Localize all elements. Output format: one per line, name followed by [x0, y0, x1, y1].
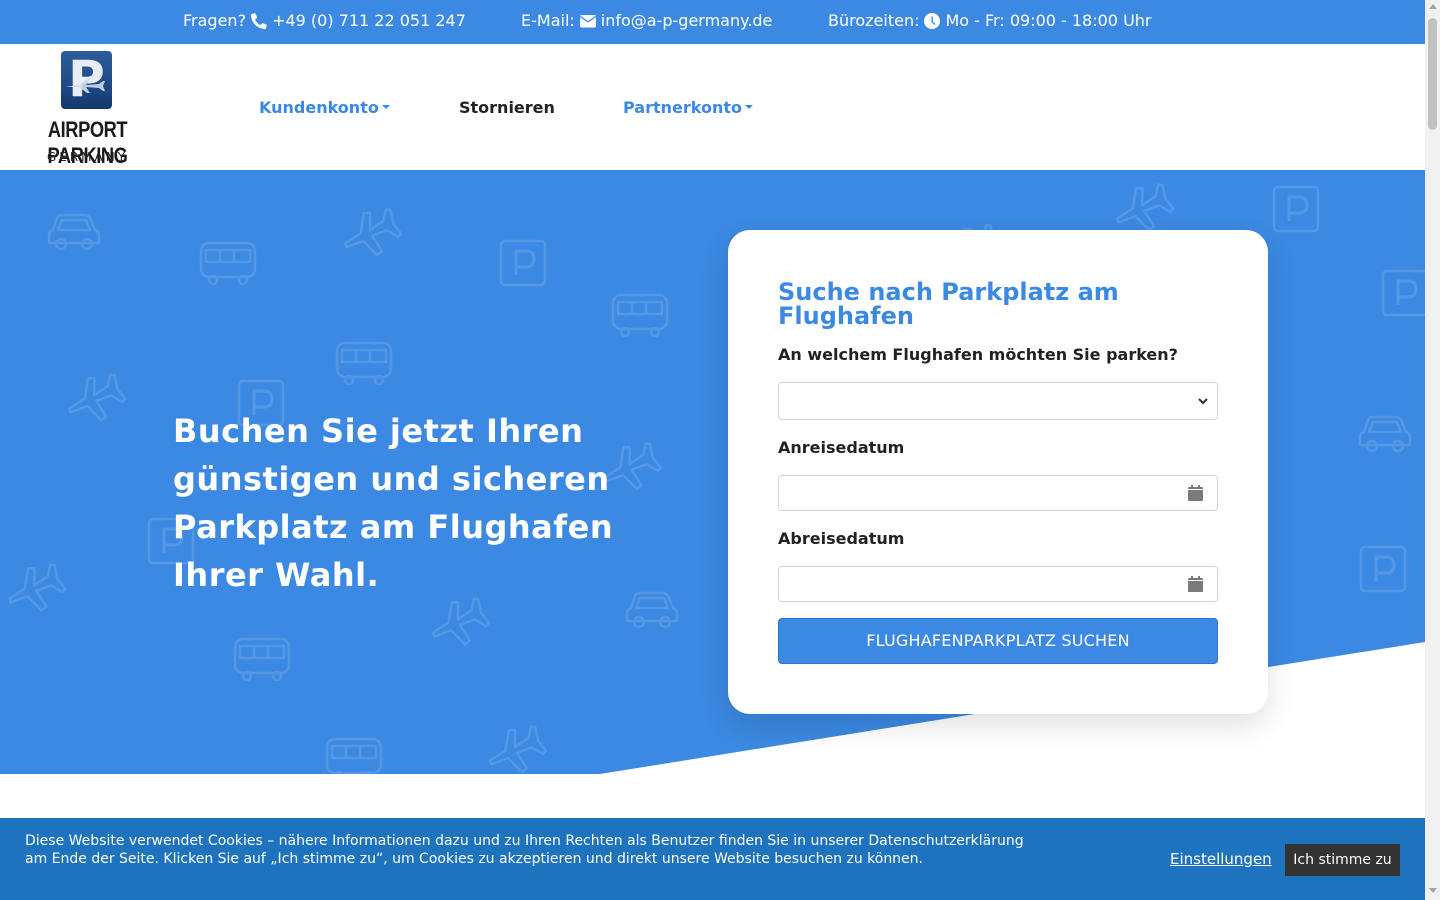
departure-date-input[interactable] [778, 566, 1218, 602]
email-address[interactable]: info@a-p-germany.de [601, 11, 773, 30]
site-logo[interactable]: P AIRPORT PARKING GERMANY [0, 44, 175, 170]
airport-select[interactable] [778, 382, 1218, 420]
envelope-icon [579, 14, 596, 27]
site-header: P AIRPORT PARKING GERMANY Kundenkonto St… [0, 44, 1425, 170]
hours-label: Bürozeiten: [828, 11, 920, 30]
chevron-down-icon [1198, 398, 1208, 405]
page-scrollbar[interactable] [1425, 0, 1440, 900]
office-hours-info: Bürozeiten: Mo - Fr: 09:00 - 18:00 Uhr [828, 11, 1152, 30]
departure-date-label: Abreisedatum [778, 529, 905, 548]
cookie-consent-bar: Diese Website verwendet Cookies – nähere… [0, 818, 1425, 900]
scroll-down-arrow-icon[interactable] [1429, 888, 1437, 893]
arrival-date-label: Anreisedatum [778, 438, 905, 457]
hero-headline: Buchen Sie jetzt Ihren günstigen und sic… [173, 412, 614, 594]
nav-customer-account[interactable]: Kundenkonto [259, 98, 390, 117]
search-parking-button[interactable]: FLUGHAFENPARKPLATZ SUCHEN [778, 618, 1218, 664]
caret-down-icon [381, 104, 390, 109]
logo-subtitle: GERMANY [46, 150, 129, 164]
nav-cancel[interactable]: Stornieren [459, 98, 555, 117]
nav-cancel-label: Stornieren [459, 98, 555, 117]
email-info[interactable]: E-Mail: info@a-p-germany.de [521, 11, 772, 30]
phone-info[interactable]: Fragen? +49 (0) 711 22 051 247 [183, 11, 466, 30]
cookie-settings-link[interactable]: Einstellungen [1170, 850, 1272, 868]
calendar-icon[interactable] [1188, 485, 1203, 501]
phone-number[interactable]: +49 (0) 711 22 051 247 [272, 11, 466, 30]
plane-icon [65, 79, 105, 93]
nav-partner-label: Partnerkonto [623, 98, 742, 117]
hours-text: Mo - Fr: 09:00 - 18:00 Uhr [945, 11, 1152, 30]
parking-search-card: Suche nach Parkplatz am Flughafen An wel… [728, 230, 1268, 714]
logo-mark: P [61, 51, 112, 109]
cookie-notice-text: Diese Website verwendet Cookies – nähere… [25, 833, 1024, 867]
scroll-up-arrow-icon[interactable] [1429, 4, 1437, 9]
clock-icon [924, 12, 941, 29]
caret-down-icon [745, 104, 753, 109]
email-label: E-Mail: [521, 11, 575, 30]
search-card-title: Suche nach Parkplatz am Flughafen [778, 278, 1119, 330]
scrollbar-thumb[interactable] [1428, 18, 1437, 130]
cookie-accept-button[interactable]: Ich stimme zu [1285, 844, 1400, 876]
top-info-bar: Fragen? +49 (0) 711 22 051 247 E-Mail: i… [0, 0, 1425, 44]
phone-icon [251, 12, 267, 29]
arrival-date-input[interactable] [778, 475, 1218, 511]
nav-customer-label: Kundenkonto [259, 98, 379, 117]
airport-select-label: An welchem Flughafen möchten Sie parken? [778, 345, 1178, 364]
calendar-icon[interactable] [1188, 576, 1203, 592]
phone-label: Fragen? [183, 11, 247, 30]
nav-partner-account[interactable]: Partnerkonto [623, 98, 753, 117]
